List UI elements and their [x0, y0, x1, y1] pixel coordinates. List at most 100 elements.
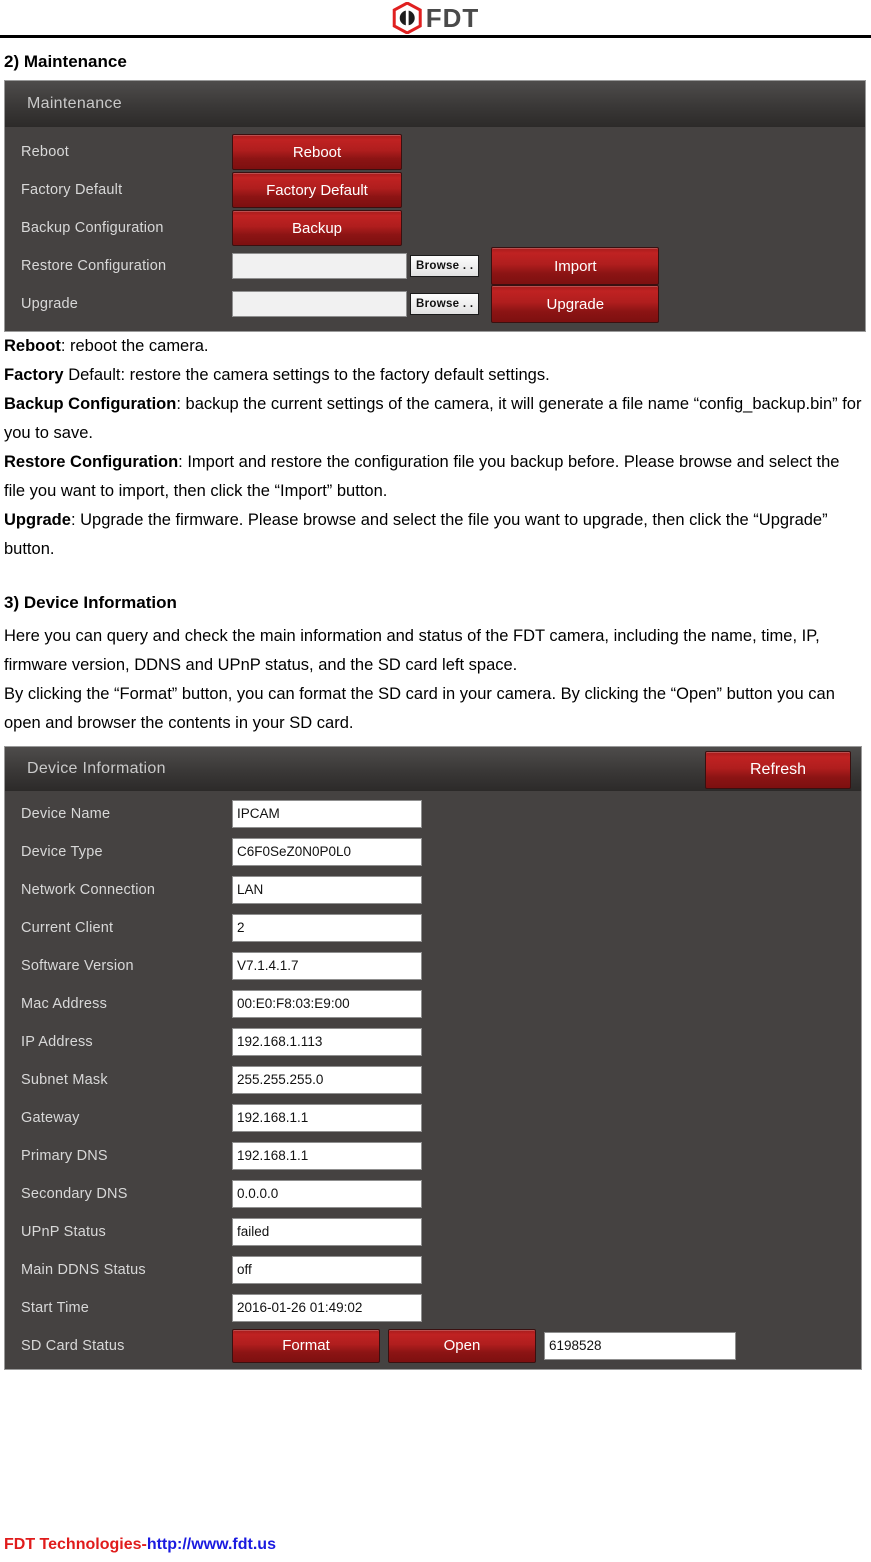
software-version-label: Software Version [21, 957, 134, 974]
device-info-row: Start Time 2016-01-26 01:49:02 [5, 1289, 861, 1327]
network-connection-label: Network Connection [21, 881, 156, 898]
ip-address-value[interactable]: 192.168.1.113 [232, 1027, 422, 1056]
gateway-value[interactable]: 192.168.1.1 [232, 1103, 422, 1132]
maintenance-desc-line-factory: Factory Default: restore the camera sett… [4, 361, 864, 390]
maintenance-description: Reboot: reboot the camera. Factory Defau… [4, 332, 864, 564]
refresh-button[interactable]: Refresh [705, 750, 851, 789]
format-button[interactable]: Format [232, 1328, 380, 1363]
device-information-panel-body: Device Name IPCAM Device Type C6F0SeZ0N0… [5, 790, 861, 1369]
device-info-para-2: By clicking the “Format” button, you can… [4, 684, 835, 732]
device-information-panel-title: Device Information [27, 759, 166, 777]
start-time-label: Start Time [21, 1299, 90, 1316]
fdt-logo: FDT [392, 2, 480, 34]
maintenance-desc-line-upgrade: Upgrade: Upgrade the firmware. Please br… [4, 506, 864, 564]
network-connection-value[interactable]: LAN [232, 875, 422, 904]
logo-wordmark: FDT [425, 3, 480, 33]
factory-default-button[interactable]: Factory Default [232, 172, 402, 209]
device-name-value[interactable]: IPCAM [232, 799, 422, 828]
primary-dns-value[interactable]: 192.168.1.1 [232, 1141, 422, 1170]
current-client-label: Current Client [21, 919, 114, 936]
maintenance-row-upgrade: Upgrade Browse . . Upgrade [5, 285, 865, 324]
maintenance-row-backup: Backup Configuration Backup [5, 209, 865, 247]
device-information-panel-header: Device Information Refresh [5, 746, 861, 791]
maintenance-row-restore: Restore Configuration Browse . . Import [5, 247, 865, 286]
restore-browse-button[interactable]: Browse . . [410, 255, 480, 278]
device-type-label: Device Type [21, 843, 103, 860]
device-information-description: Here you can query and check the main in… [4, 622, 864, 738]
desc-bold-restore: Restore Configuration [4, 453, 179, 472]
main-ddns-status-label: Main DDNS Status [21, 1261, 146, 1278]
subnet-mask-value[interactable]: 255.255.255.0 [232, 1065, 422, 1094]
desc-bold-factory: Factory [4, 366, 64, 385]
backup-button[interactable]: Backup [232, 210, 402, 247]
reboot-label: Reboot [21, 144, 69, 161]
desc-bold-reboot: Reboot [4, 337, 61, 356]
footer-company: FDT Technologies- [4, 1536, 147, 1553]
upnp-status-value[interactable]: failed [232, 1217, 422, 1246]
maintenance-row-reboot: Reboot Reboot [5, 133, 865, 171]
subnet-mask-label: Subnet Mask [21, 1071, 108, 1088]
maintenance-panel-body: Reboot Reboot Factory Default Factory De… [5, 127, 865, 332]
device-info-row: Main DDNS Status off [5, 1251, 861, 1289]
device-info-para-1: Here you can query and check the main in… [4, 626, 820, 674]
factory-default-label: Factory Default [21, 182, 123, 199]
primary-dns-label: Primary DNS [21, 1147, 108, 1164]
footer-url[interactable]: http://www.fdt.us [147, 1536, 276, 1553]
desc-rest-upgrade: : Upgrade the firmware. Please browse an… [4, 511, 828, 559]
sd-card-status-label: SD Card Status [21, 1337, 125, 1354]
import-button[interactable]: Import [491, 247, 660, 286]
sd-card-free-space-value[interactable]: 6198528 [544, 1331, 736, 1360]
device-info-row: Primary DNS 192.168.1.1 [5, 1137, 861, 1175]
upgrade-label: Upgrade [21, 296, 79, 313]
maintenance-panel: Maintenance Reboot Reboot Factory Defaul… [4, 80, 866, 333]
secondary-dns-label: Secondary DNS [21, 1185, 128, 1202]
device-info-row: IP Address 192.168.1.113 [5, 1023, 861, 1061]
start-time-value[interactable]: 2016-01-26 01:49:02 [232, 1293, 422, 1322]
maintenance-desc-line-backup: Backup Configuration: backup the current… [4, 390, 864, 448]
page-footer: FDT Technologies-http://www.fdt.us [4, 1536, 276, 1554]
device-info-row: Device Name IPCAM [5, 795, 861, 833]
open-button[interactable]: Open [388, 1328, 536, 1363]
desc-rest-factory: Default: restore the camera settings to … [63, 366, 550, 385]
desc-rest-reboot: : reboot the camera. [60, 337, 209, 356]
secondary-dns-value[interactable]: 0.0.0.0 [232, 1179, 422, 1208]
device-info-row: Secondary DNS 0.0.0.0 [5, 1175, 861, 1213]
device-info-row: Device Type C6F0SeZ0N0P0L0 [5, 833, 861, 871]
device-information-section-heading: 3) Device Information [4, 593, 177, 613]
mac-address-value[interactable]: 00:E0:F8:03:E9:00 [232, 989, 422, 1018]
desc-bold-upgrade: Upgrade [4, 511, 71, 530]
device-info-row: Software Version V7.1.4.1.7 [5, 947, 861, 985]
restore-configuration-label: Restore Configuration [21, 258, 167, 275]
mac-address-label: Mac Address [21, 995, 108, 1012]
maintenance-desc-line-restore: Restore Configuration: Import and restor… [4, 448, 864, 506]
software-version-value[interactable]: V7.1.4.1.7 [232, 951, 422, 980]
maintenance-panel-title: Maintenance [27, 95, 122, 113]
maintenance-desc-line-reboot: Reboot: reboot the camera. [4, 332, 864, 361]
restore-file-input[interactable] [232, 253, 407, 280]
device-info-row: Current Client 2 [5, 909, 861, 947]
backup-configuration-label: Backup Configuration [21, 220, 164, 237]
reboot-button[interactable]: Reboot [232, 134, 402, 171]
ip-address-label: IP Address [21, 1033, 93, 1050]
upgrade-browse-button[interactable]: Browse . . [410, 293, 480, 316]
upgrade-button[interactable]: Upgrade [491, 285, 660, 324]
sd-card-status-row: SD Card Status Format Open 6198528 [5, 1327, 861, 1365]
desc-bold-backup: Backup Configuration [4, 395, 177, 414]
maintenance-section-heading: 2) Maintenance [4, 52, 127, 71]
maintenance-panel-header: Maintenance [5, 81, 865, 128]
current-client-value[interactable]: 2 [232, 913, 422, 942]
device-name-label: Device Name [21, 805, 111, 822]
device-information-panel: Device Information Refresh Device Name I… [4, 745, 862, 1370]
device-info-row: Network Connection LAN [5, 871, 861, 909]
device-info-row: UPnP Status failed [5, 1213, 861, 1251]
maintenance-row-factory-default: Factory Default Factory Default [5, 171, 865, 209]
main-ddns-status-value[interactable]: off [232, 1255, 422, 1284]
device-type-value[interactable]: C6F0SeZ0N0P0L0 [232, 837, 422, 866]
device-info-row: Gateway 192.168.1.1 [5, 1099, 861, 1137]
upgrade-file-input[interactable] [232, 291, 407, 318]
device-info-row: Subnet Mask 255.255.255.0 [5, 1061, 861, 1099]
fdt-hexagon-logo-icon [392, 2, 422, 34]
page-header: FDT [0, 0, 871, 38]
upnp-status-label: UPnP Status [21, 1223, 106, 1240]
